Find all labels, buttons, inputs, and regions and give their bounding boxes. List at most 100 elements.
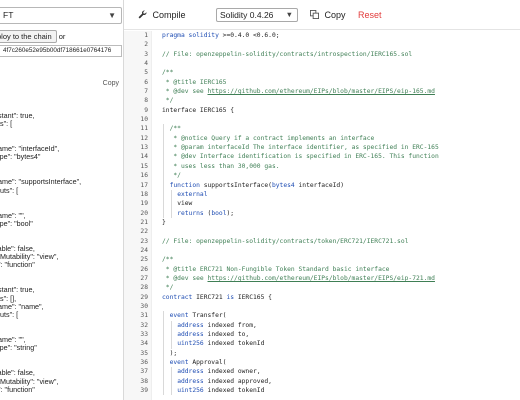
line-number: 38 [140,377,148,385]
copy-icon [310,10,322,20]
code-token: indexed owner, [203,368,261,376]
compiler-version-select[interactable]: Solidity 0.4.26 ▼ [216,8,298,22]
code-text: view [177,199,192,208]
code-text: * @dev see https://github.com/ethereum/E… [162,274,435,283]
code-token: Transfer( [192,312,227,320]
indent-guide [163,180,164,190]
code-line: 13 * @param interfaceId The interface id… [124,143,520,153]
code-token: event [169,312,193,320]
code-token: address [177,321,204,329]
code-editor[interactable]: 1 pragma solidity >=0.4.0 <0.6.0; 2 3 // Fil… [124,31,520,400]
code-token: /** [162,256,174,264]
deploy-button[interactable]: ploy to the chain [0,30,57,43]
code-text: * @param interfaceId The interface ident… [169,143,439,152]
code-line: 29 contract IERC721 is IERC165 { [124,293,520,302]
line-number: 2 [144,41,148,49]
code-text: pragma solidity >=0.4.0 <0.6.0; [162,31,280,40]
toolbar: Compile Solidity 0.4.26 ▼ Copy Reset [124,0,520,30]
code-link[interactable]: https://github.com/ethereum/EIPs/blob/ma… [208,88,435,95]
chevron-down-icon: ▼ [108,11,116,20]
code-token: address [177,368,204,376]
reset-button[interactable]: Reset [358,9,382,21]
code-text: returns (bool); [177,209,234,218]
deploy-suffix: or [56,32,66,41]
chevron-down-icon: ▼ [285,10,293,19]
code-line: 32 address indexed from, [124,320,520,330]
indent-guide [170,367,172,377]
code-token: */ [162,97,174,105]
code-token: indexed tokenId [203,340,265,348]
abi-line [0,228,123,236]
code-text: event Approval( [170,358,227,367]
line-number: 14 [140,153,148,161]
line-number: 4 [144,60,148,68]
code-link[interactable]: https://github.com/ethereum/EIPs/blob/ma… [208,275,435,282]
contract-select[interactable]: FT ▼ [0,7,122,24]
indent-guide [163,320,164,330]
code-line: 3 // File: openzeppelin-solidity/contract… [124,50,520,59]
code-text: */ [162,283,174,292]
indent-guide [163,358,164,368]
code-token: } [162,218,166,226]
indent-guide [163,152,164,162]
copy-button[interactable]: Copy [310,9,346,21]
code-text: */ [170,171,181,180]
line-number: 35 [140,349,148,357]
abi-line: name": "name", [0,301,44,311]
line-number: 20 [140,209,148,217]
code-line: 17 function supportsInterface(bytes4 inte… [124,180,520,190]
indent-guide [170,339,172,349]
code-token: >=0.4.0 <0.6.0; [222,32,280,39]
code-line: 1 pragma solidity >=0.4.0 <0.6.0; [124,31,520,40]
left-panel: FT ▼ ploy to the chain or 4f7c260e52e95b… [0,0,124,400]
indent-guide [163,386,164,396]
code-text: address indexed owner, [177,367,260,376]
code-line: 24 [124,246,520,255]
code-text: /** [162,255,173,264]
code-text: /** [170,124,181,133]
code-line: 20 returns (bool); [124,208,520,218]
code-line: 35); [124,348,520,359]
code-token: * @notice Query if a contract implements… [169,134,375,142]
copy-label: Copy [324,10,346,20]
abi-copy-button[interactable]: Copy [103,80,119,87]
code-token: IERC721 [196,293,227,301]
code-text: function supportsInterface(bytes4 interf… [170,181,344,190]
code-line: 39 uint256 indexed tokenId [124,386,520,396]
line-number: 19 [140,200,148,208]
code-text: address indexed to, [177,330,249,339]
indent-guide [170,376,172,387]
compile-button[interactable]: Compile [138,9,186,21]
indent-guide [170,208,172,218]
code-text: * uses less than 30,000 gas. [170,162,279,171]
line-number: 3 [144,50,148,58]
code-token: * @title IERC165 [162,78,227,86]
code-token: */ [169,172,181,180]
line-number: 18 [140,190,148,198]
indent-guide [163,367,164,377]
abi-line: tputs": [ [0,310,19,320]
contract-address-input[interactable]: 4f7c260e52e95b00df718661e0764176 [0,45,122,57]
abi-line: name": "supportsInterface", [0,177,82,187]
code-line: 38 address indexed approved, [124,376,520,387]
indent-guide [163,339,164,349]
deploy-row: ploy to the chain or [0,30,66,43]
code-token: */ [162,284,174,292]
abi-line: type": "string" [0,343,37,353]
abi-line: tputs": [ [0,185,19,195]
line-number: 11 [140,125,148,133]
code-line: 10 [124,115,520,124]
code-text: * @title ERC721 Non-Fungible Token Stand… [162,265,390,274]
code-token: view [177,200,193,208]
code-line: 21} [124,218,520,227]
line-number: 32 [140,321,148,329]
indent-guide [170,330,172,340]
abi-line [0,394,123,400]
code-token: * @param interfaceId The interface ident… [169,144,439,152]
code-token: * @title ERC721 Non-Fungible Token Stand… [162,265,390,273]
line-number: 25 [140,256,148,264]
code-token: indexed tokenId [203,387,265,395]
code-line: 31 event Transfer( [124,311,520,321]
code-token: bool [211,209,227,217]
indent-guide [163,348,164,359]
